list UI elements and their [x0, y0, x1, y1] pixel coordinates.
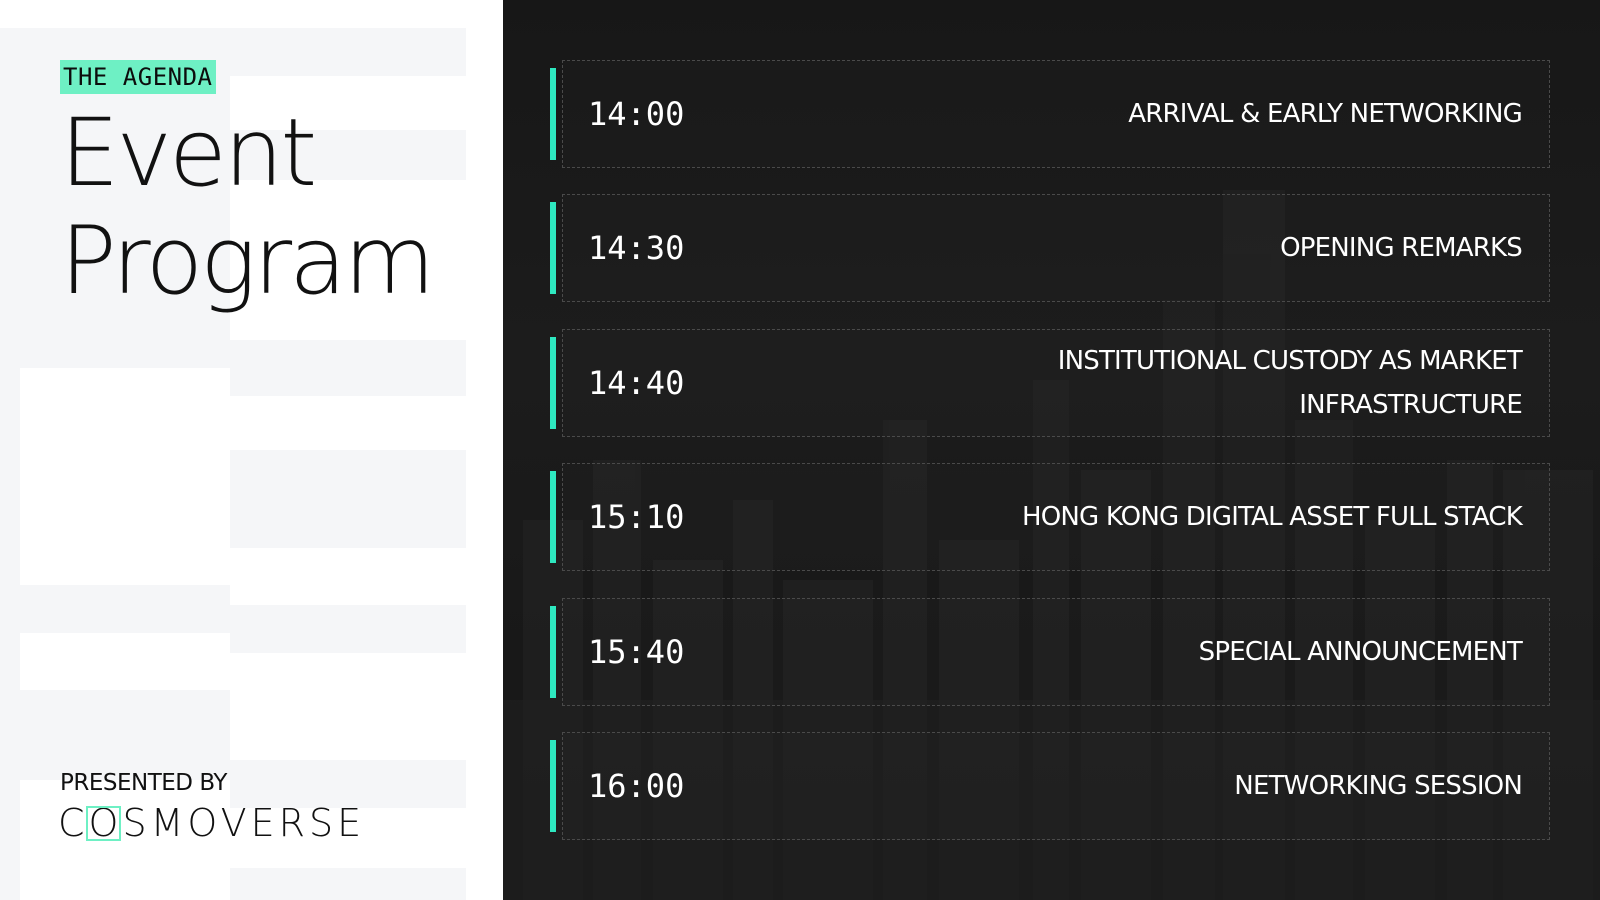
agenda-item: 16:00 NETWORKING SESSION — [550, 732, 1550, 840]
agenda-title: HONG KONG DIGITAL ASSET FULL STACK — [1021, 502, 1523, 532]
brand-frame-icon — [85, 806, 122, 841]
background-block — [20, 690, 230, 780]
background-block — [20, 585, 230, 633]
title-line-1: Event — [60, 99, 317, 208]
agenda-time: 16:00 — [588, 767, 685, 805]
agenda-time: 14:00 — [588, 95, 685, 133]
agenda-accent-bar — [550, 740, 556, 832]
agenda-time: 14:30 — [588, 229, 685, 267]
agenda-accent-bar — [550, 471, 556, 563]
agenda-item: 15:10 HONG KONG DIGITAL ASSET FULL STACK — [550, 463, 1550, 571]
background-block — [230, 450, 466, 548]
agenda-item: 14:00 ARRIVAL & EARLY NETWORKING — [550, 60, 1550, 168]
background-block — [0, 368, 20, 900]
brand-logo: C O SMOVERSE — [58, 800, 365, 846]
agenda-accent-bar — [550, 68, 556, 160]
agenda-time: 14:40 — [588, 364, 685, 402]
title-line-2: Program — [60, 207, 435, 316]
background-block — [230, 28, 466, 76]
brand-framed-letter: O — [85, 801, 123, 845]
agenda-accent-bar — [550, 337, 556, 429]
background-block — [230, 605, 466, 653]
agenda-panel: 14:00 ARRIVAL & EARLY NETWORKING 14:30 O… — [503, 0, 1600, 900]
agenda-item: 14:40 INSTITUTIONAL CUSTODY AS MARKET IN… — [550, 329, 1550, 437]
agenda-time: 15:10 — [588, 498, 685, 536]
intro-panel: THE AGENDA Event Program PRESENTED BY C … — [0, 0, 503, 900]
agenda-title: SPECIAL ANNOUNCEMENT — [1198, 637, 1523, 667]
background-block — [230, 868, 466, 900]
background-block — [466, 28, 503, 900]
agenda-title: NETWORKING SESSION — [1234, 771, 1523, 801]
agenda-accent-bar — [550, 202, 556, 294]
agenda-time: 15:40 — [588, 633, 685, 671]
agenda-item: 14:30 OPENING REMARKS — [550, 194, 1550, 302]
agenda-title: OPENING REMARKS — [1280, 233, 1523, 263]
agenda-title: ARRIVAL & EARLY NETWORKING — [1128, 99, 1523, 129]
page-title: Event Program — [60, 99, 435, 316]
agenda-eyebrow: THE AGENDA — [60, 60, 216, 94]
agenda-title: INSTITUTIONAL CUSTODY AS MARKET INFRASTR… — [1057, 346, 1523, 420]
background-block — [230, 340, 466, 396]
presented-by-label: PRESENTED BY — [60, 770, 227, 796]
brand-text-end: SMOVERSE — [122, 801, 366, 845]
agenda-accent-bar — [550, 606, 556, 698]
agenda-item: 15:40 SPECIAL ANNOUNCEMENT — [550, 598, 1550, 706]
brand-text-start: C — [58, 801, 89, 845]
